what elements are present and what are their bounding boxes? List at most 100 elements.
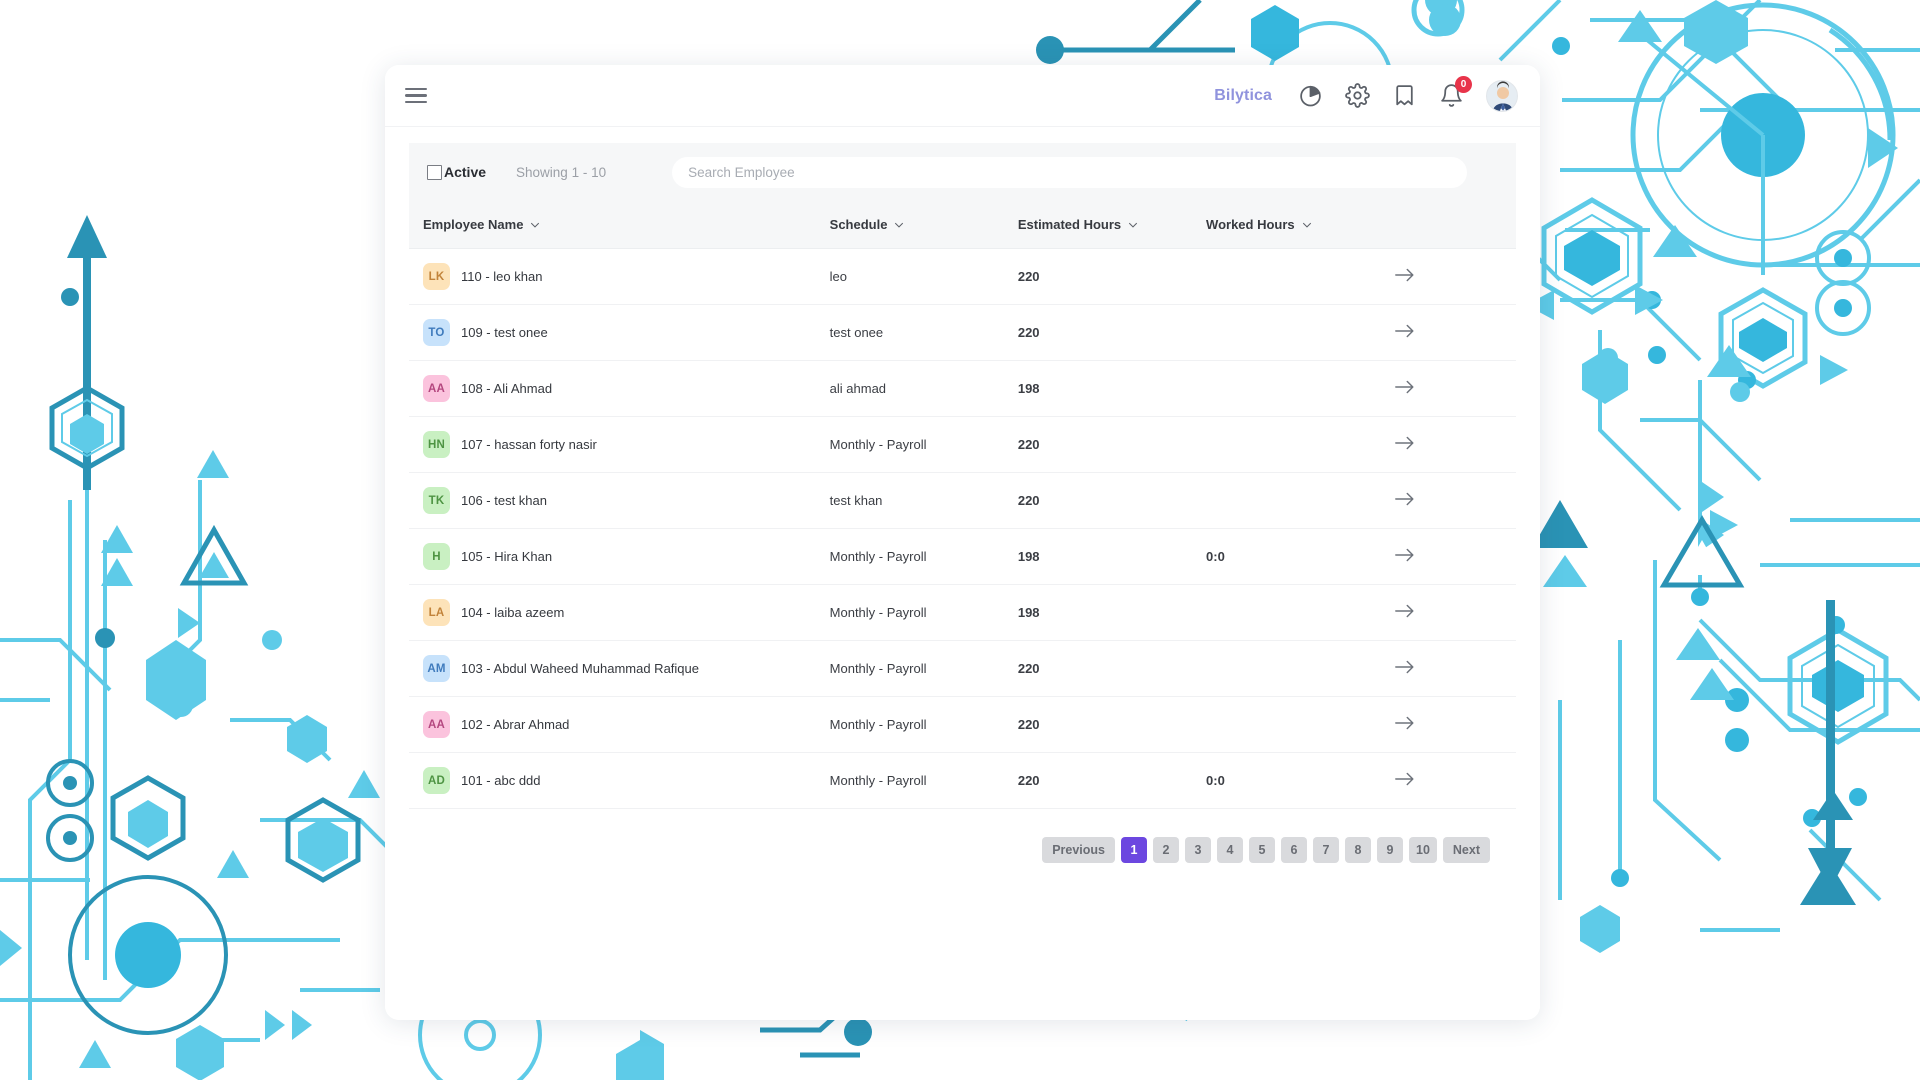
- arrow-right-icon[interactable]: [1394, 322, 1416, 340]
- filter-bar: Active Showing 1 - 10: [409, 143, 1516, 201]
- avatar-initials: H: [423, 543, 450, 570]
- pie-chart-icon[interactable]: [1298, 83, 1323, 108]
- bookmark-icon[interactable]: [1392, 83, 1417, 108]
- employee-name-text: 107 - hassan forty nasir: [461, 437, 597, 452]
- pagination-next-button[interactable]: Next: [1442, 837, 1490, 863]
- cell-estimated-hours: 220: [1017, 325, 1040, 340]
- cell-estimated-hours: 198: [1017, 381, 1040, 396]
- employee-name-text: 106 - test khan: [461, 493, 547, 508]
- cell-schedule: test khan: [829, 493, 883, 508]
- gear-icon[interactable]: [1345, 83, 1370, 108]
- cell-row-action[interactable]: [1394, 753, 1516, 809]
- cell-schedule: Monthly - Payroll: [829, 773, 927, 788]
- cell-schedule: Monthly - Payroll: [829, 661, 927, 676]
- search-container: [672, 156, 1468, 188]
- cell-worked-hours: [1206, 473, 1394, 529]
- arrow-right-icon[interactable]: [1394, 266, 1416, 284]
- cell-row-action[interactable]: [1394, 585, 1516, 641]
- cell-employee-name: AA 102 - Abrar Ahmad: [409, 697, 830, 753]
- table-row[interactable]: AA 102 - Abrar Ahmad Monthly - Payroll 220: [409, 697, 1516, 753]
- cell-worked-hours: [1206, 585, 1394, 641]
- screen-root: Bilytica 0 Active Showing 1 - 10 Search …: [0, 0, 1920, 1080]
- cell-employee-name: TK 106 - test khan: [409, 473, 830, 529]
- pagination-page-2[interactable]: 2: [1153, 837, 1179, 863]
- arrow-right-icon[interactable]: [1394, 378, 1416, 396]
- table-row[interactable]: AA 108 - Ali Ahmad ali ahmad 198: [409, 361, 1516, 417]
- cell-row-action[interactable]: [1394, 473, 1516, 529]
- avatar-initials: LK: [423, 263, 450, 290]
- avatar-initials: TO: [423, 319, 450, 346]
- cell-row-action[interactable]: [1394, 697, 1516, 753]
- cell-employee-name: LA 104 - laiba azeem: [409, 585, 830, 641]
- column-label-schedule: Schedule: [829, 217, 888, 232]
- table-row[interactable]: AM 103 - Abdul Waheed Muhammad Rafique Mon…: [409, 641, 1516, 697]
- pagination-page-10[interactable]: 10: [1409, 837, 1437, 863]
- pagination-previous-button[interactable]: Previous: [1042, 837, 1115, 863]
- table-row[interactable]: HN 107 - hassan forty nasir Monthly - Payr…: [409, 417, 1516, 473]
- avatar-initials: AM: [423, 655, 450, 682]
- pagination-page-8[interactable]: 8: [1345, 837, 1371, 863]
- notifications-button[interactable]: 0: [1439, 76, 1472, 108]
- chevron-down-icon: [1302, 222, 1311, 228]
- table-row[interactable]: LA 104 - laiba azeem Monthly - Payroll 198: [409, 585, 1516, 641]
- table-row[interactable]: TO 109 - test onee test onee 220: [409, 305, 1516, 361]
- cell-row-action[interactable]: [1394, 249, 1516, 305]
- chevron-down-icon: [531, 222, 540, 228]
- table-row[interactable]: TK 106 - test khan test khan 220: [409, 473, 1516, 529]
- pagination-page-4[interactable]: 4: [1217, 837, 1243, 863]
- user-avatar[interactable]: [1486, 79, 1518, 112]
- cell-estimated-hours: 220: [1017, 269, 1040, 284]
- cell-schedule: Monthly - Payroll: [829, 549, 927, 564]
- cell-employee-name: HN 107 - hassan forty nasir: [409, 417, 830, 473]
- employee-name-text: 108 - Ali Ahmad: [461, 381, 553, 396]
- column-header-schedule[interactable]: Schedule: [829, 201, 1018, 249]
- active-filter[interactable]: Active: [427, 164, 486, 180]
- app-content: Active Showing 1 - 10 Employee Name: [385, 127, 1540, 1020]
- cell-worked-hours: [1206, 697, 1394, 753]
- cell-row-action[interactable]: [1394, 361, 1516, 417]
- arrow-right-icon[interactable]: [1394, 658, 1416, 676]
- cell-schedule: Monthly - Payroll: [829, 437, 927, 452]
- cell-row-action[interactable]: [1394, 417, 1516, 473]
- column-header-estimated-hours[interactable]: Estimated Hours: [1017, 201, 1207, 249]
- table-row[interactable]: H 105 - Hira Khan Monthly - Payroll 198 0:0: [409, 529, 1516, 585]
- cell-estimated-hours: 198: [1017, 605, 1040, 620]
- arrow-right-icon[interactable]: [1394, 490, 1416, 508]
- arrow-right-icon[interactable]: [1394, 546, 1416, 564]
- search-input[interactable]: [672, 156, 1468, 188]
- cell-schedule: test onee: [829, 325, 884, 340]
- avatar-initials: AD: [423, 767, 450, 794]
- cell-employee-name: H 105 - Hira Khan: [409, 529, 830, 585]
- table-row[interactable]: AD 101 - abc ddd Monthly - Payroll 220 0:0: [409, 753, 1516, 809]
- cell-row-action[interactable]: [1394, 529, 1516, 585]
- pagination-page-5[interactable]: 5: [1249, 837, 1275, 863]
- pagination-page-1[interactable]: 1: [1121, 837, 1147, 863]
- column-header-employee-name[interactable]: Employee Name: [409, 201, 830, 249]
- arrow-right-icon[interactable]: [1394, 602, 1416, 620]
- table-row[interactable]: LK 110 - leo khan leo 220: [409, 249, 1516, 305]
- avatar-initials: AA: [423, 711, 450, 738]
- hamburger-menu-icon[interactable]: [405, 86, 431, 106]
- active-label: Active: [444, 164, 487, 180]
- avatar-initials: HN: [423, 431, 450, 458]
- employee-table: Employee Name Schedule Estimated Hours W…: [409, 201, 1516, 809]
- arrow-right-icon[interactable]: [1394, 770, 1416, 788]
- pagination-page-3[interactable]: 3: [1185, 837, 1211, 863]
- employee-name-text: 103 - Abdul Waheed Muhammad Rafique: [461, 661, 699, 676]
- arrow-right-icon[interactable]: [1394, 434, 1416, 452]
- cell-row-action[interactable]: [1394, 641, 1516, 697]
- cell-worked-hours: [1206, 361, 1394, 417]
- employee-name-text: 105 - Hira Khan: [461, 549, 553, 564]
- active-checkbox[interactable]: [427, 164, 442, 180]
- arrow-right-icon[interactable]: [1394, 714, 1416, 732]
- cell-schedule: Monthly - Payroll: [829, 605, 927, 620]
- cell-row-action[interactable]: [1394, 305, 1516, 361]
- pagination-page-7[interactable]: 7: [1313, 837, 1339, 863]
- cell-worked-hours: 0:0: [1206, 773, 1225, 788]
- showing-range-text: Showing 1 - 10: [516, 164, 607, 180]
- chevron-down-icon: [1129, 222, 1138, 228]
- brand-logo[interactable]: Bilytica: [1214, 87, 1272, 105]
- pagination-page-6[interactable]: 6: [1281, 837, 1307, 863]
- column-header-worked-hours[interactable]: Worked Hours: [1206, 201, 1395, 249]
- pagination-page-9[interactable]: 9: [1377, 837, 1403, 863]
